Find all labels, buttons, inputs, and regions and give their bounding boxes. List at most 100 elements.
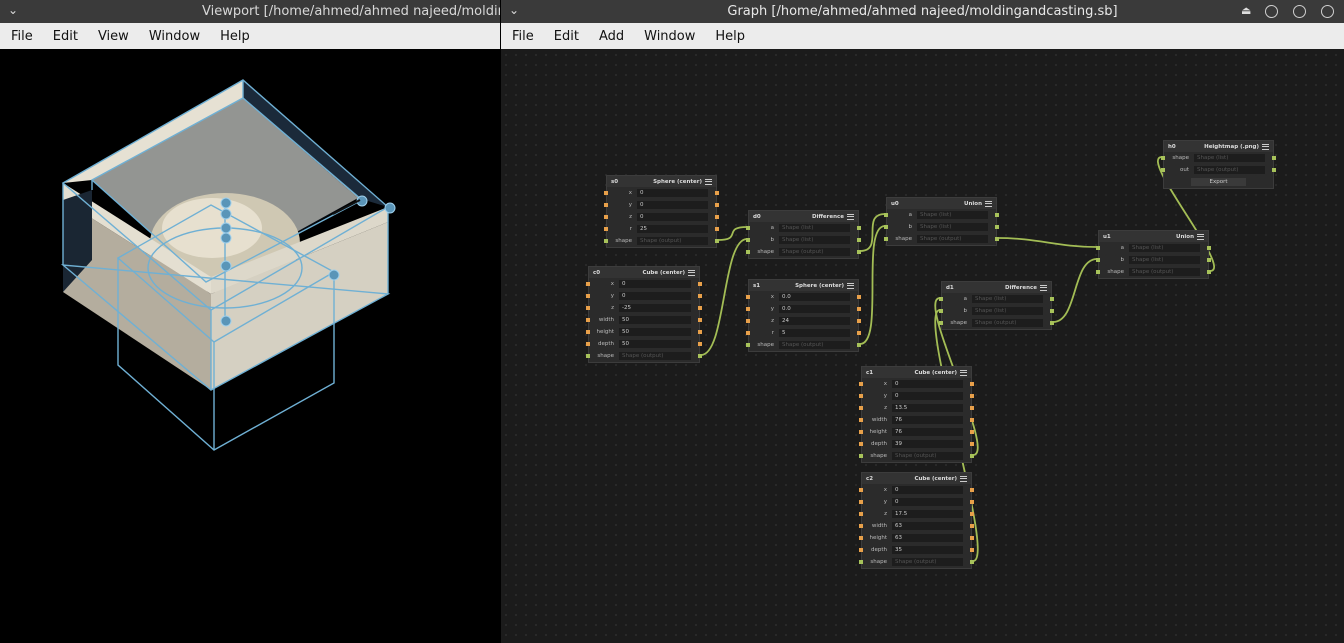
input-pin[interactable] — [1161, 156, 1165, 160]
field-value[interactable]: Shape (list) — [779, 224, 850, 232]
output-pin[interactable] — [857, 226, 861, 230]
input-pin[interactable] — [859, 548, 863, 552]
menu-file[interactable]: File — [501, 29, 544, 44]
chevron-down-icon[interactable]: ⌄ — [509, 3, 519, 17]
field-value[interactable]: 35 — [892, 546, 963, 554]
output-pin[interactable] — [698, 282, 702, 286]
output-pin[interactable] — [970, 394, 974, 398]
field-value[interactable]: 39 — [892, 440, 963, 448]
input-pin[interactable] — [746, 307, 750, 311]
input-pin[interactable] — [939, 309, 943, 313]
output-pin[interactable] — [995, 213, 999, 217]
input-pin[interactable] — [939, 297, 943, 301]
field-value[interactable]: 24 — [779, 317, 850, 325]
output-pin[interactable] — [857, 319, 861, 323]
menu-help[interactable]: Help — [705, 29, 755, 44]
field-value[interactable]: 25 — [637, 225, 708, 233]
output-pin[interactable] — [970, 406, 974, 410]
output-pin[interactable] — [1272, 168, 1276, 172]
hamburger-menu-icon[interactable] — [960, 369, 967, 376]
output-pin[interactable] — [715, 203, 719, 207]
output-pin[interactable] — [970, 418, 974, 422]
input-pin[interactable] — [604, 215, 608, 219]
hamburger-menu-icon[interactable] — [1262, 143, 1269, 150]
output-pin[interactable] — [1050, 297, 1054, 301]
output-pin[interactable] — [857, 250, 861, 254]
node-graph-canvas[interactable]: s0 Sphere (center) x 0 y 0 z 0 r 25 shape Shape (ou… — [501, 49, 1344, 643]
field-value[interactable]: Shape (output) — [892, 452, 963, 460]
output-pin[interactable] — [715, 191, 719, 195]
field-value[interactable]: 63 — [892, 534, 963, 542]
field-value[interactable]: 0 — [892, 380, 963, 388]
input-pin[interactable] — [746, 295, 750, 299]
node-c2[interactable]: c2 Cube (center) x 0 y 0 z 17.5 width 63 height 63 d… — [859, 472, 974, 569]
output-pin[interactable] — [698, 342, 702, 346]
field-value[interactable]: Shape (output) — [619, 352, 691, 360]
input-pin[interactable] — [859, 560, 863, 564]
hamburger-menu-icon[interactable] — [1040, 284, 1047, 291]
field-value[interactable]: Shape (output) — [779, 248, 850, 256]
field-value[interactable]: 50 — [619, 340, 691, 348]
input-pin[interactable] — [1096, 258, 1100, 262]
input-pin[interactable] — [859, 454, 863, 458]
node-c0[interactable]: c0 Cube (center) x 0 y 0 z -25 width 50 height 50 de… — [586, 266, 702, 363]
node-header[interactable]: s0 Sphere (center) — [607, 176, 716, 187]
output-pin[interactable] — [698, 330, 702, 334]
node-d1[interactable]: d1 Difference a Shape (list) b Shape (list) sh… — [939, 281, 1054, 330]
field-value[interactable]: Shape (list) — [1129, 256, 1200, 264]
field-value[interactable]: 0 — [892, 498, 963, 506]
node-u0[interactable]: u0 Union a Shape (list) b Shape (list) shape Sh… — [884, 197, 999, 246]
input-pin[interactable] — [859, 524, 863, 528]
hamburger-menu-icon[interactable] — [985, 200, 992, 207]
menu-view[interactable]: View — [88, 29, 139, 44]
output-pin[interactable] — [970, 454, 974, 458]
menu-edit[interactable]: Edit — [544, 29, 589, 44]
input-pin[interactable] — [859, 418, 863, 422]
input-pin[interactable] — [746, 226, 750, 230]
output-pin[interactable] — [970, 536, 974, 540]
field-value[interactable]: Shape (list) — [972, 307, 1043, 315]
menu-window[interactable]: Window — [139, 29, 210, 44]
output-pin[interactable] — [1272, 156, 1276, 160]
input-pin[interactable] — [586, 342, 590, 346]
viewport-titlebar[interactable]: ⌄ Viewport [/home/ahmed/ahmed najeed/mol… — [0, 0, 500, 23]
input-pin[interactable] — [746, 250, 750, 254]
output-pin[interactable] — [715, 227, 719, 231]
output-pin[interactable] — [970, 512, 974, 516]
input-pin[interactable] — [586, 354, 590, 358]
node-header[interactable]: h0 Heightmap (.png) — [1164, 141, 1273, 152]
field-value[interactable]: 13.5 — [892, 404, 963, 412]
node-header[interactable]: c0 Cube (center) — [589, 267, 699, 278]
input-pin[interactable] — [586, 330, 590, 334]
chevron-down-icon[interactable]: ⌄ — [8, 3, 18, 17]
input-pin[interactable] — [859, 406, 863, 410]
input-pin[interactable] — [859, 394, 863, 398]
node-h0[interactable]: h0 Heightmap (.png) shape Shape (list) out Sh… — [1161, 140, 1276, 189]
node-header[interactable]: d0 Difference — [749, 211, 858, 222]
field-value[interactable]: 0 — [637, 213, 708, 221]
output-pin[interactable] — [857, 343, 861, 347]
input-pin[interactable] — [859, 512, 863, 516]
menu-edit[interactable]: Edit — [43, 29, 88, 44]
field-value[interactable]: 0 — [637, 201, 708, 209]
input-pin[interactable] — [939, 321, 943, 325]
input-pin[interactable] — [604, 227, 608, 231]
hamburger-menu-icon[interactable] — [705, 178, 712, 185]
field-value[interactable]: 0 — [892, 392, 963, 400]
field-value[interactable]: Shape (list) — [917, 211, 988, 219]
input-pin[interactable] — [1096, 270, 1100, 274]
field-value[interactable]: 0.0 — [779, 293, 850, 301]
input-pin[interactable] — [746, 331, 750, 335]
node-u1[interactable]: u1 Union a Shape (list) b Shape (list) shape Sh… — [1096, 230, 1211, 279]
output-pin[interactable] — [970, 500, 974, 504]
field-value[interactable]: 17.5 — [892, 510, 963, 518]
output-pin[interactable] — [970, 548, 974, 552]
input-pin[interactable] — [586, 306, 590, 310]
field-value[interactable]: Shape (output) — [1129, 268, 1200, 276]
node-header[interactable]: c2 Cube (center) — [862, 473, 971, 484]
output-pin[interactable] — [970, 430, 974, 434]
hamburger-menu-icon[interactable] — [847, 213, 854, 220]
field-value[interactable]: 50 — [619, 328, 691, 336]
field-value[interactable]: 0 — [892, 486, 963, 494]
field-value[interactable]: Shape (output) — [637, 237, 708, 245]
